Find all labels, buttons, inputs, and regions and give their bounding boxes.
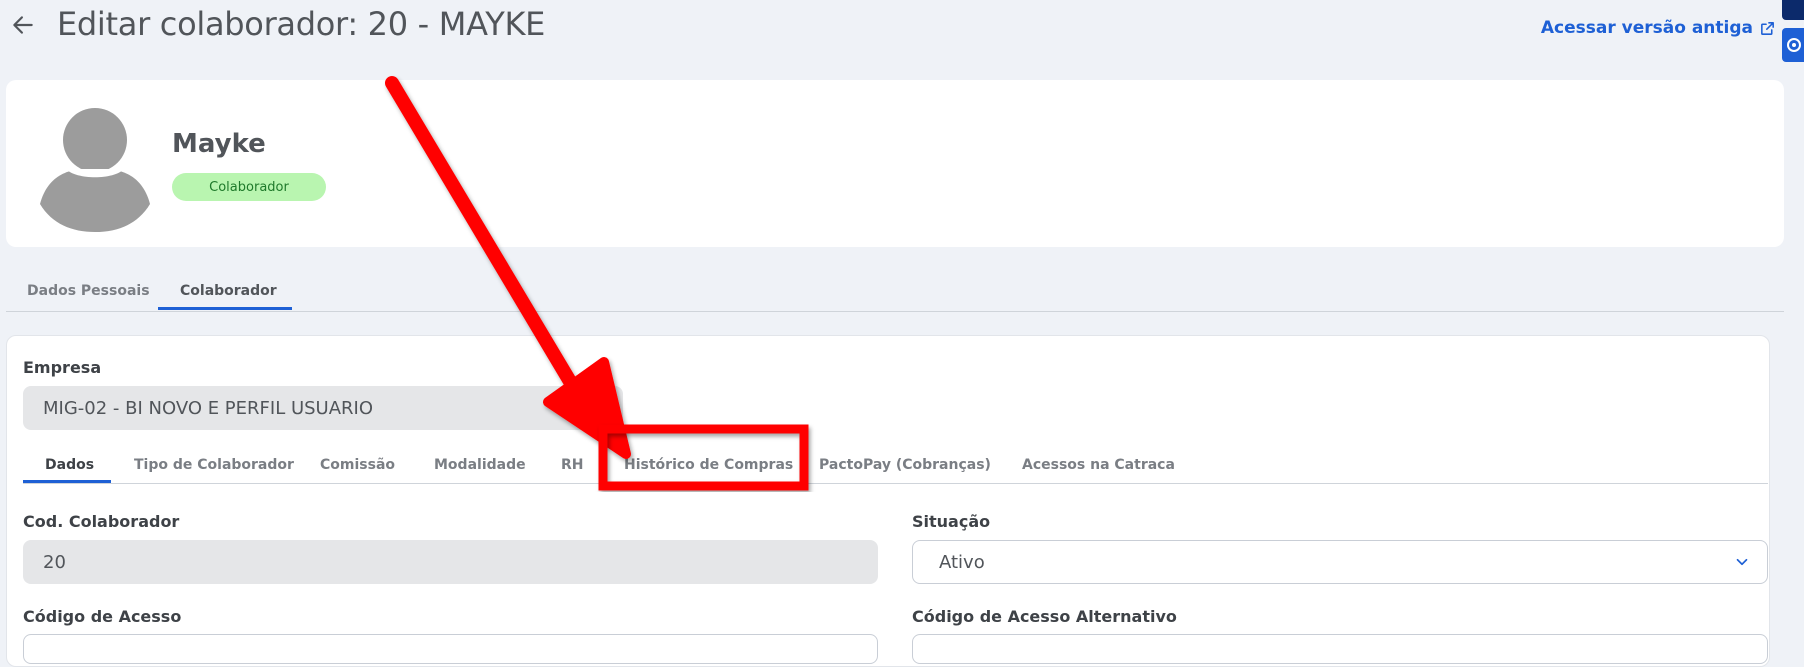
old-version-label: Acessar versão antiga (1540, 18, 1753, 38)
codigo-acesso-field[interactable] (23, 634, 878, 664)
extension-button-translate[interactable] (1782, 0, 1804, 20)
codigo-acesso-label: Código de Acesso (23, 607, 182, 626)
codigo-acesso-alternativo-label: Código de Acesso Alternativo (912, 607, 1177, 626)
tab-dados[interactable]: Dados (45, 457, 94, 473)
back-arrow-icon[interactable] (10, 12, 36, 38)
tab-tipo-colaborador[interactable]: Tipo de Colaborador (134, 457, 294, 473)
active-inner-tab-indicator (23, 480, 111, 483)
empresa-field: MIG-02 - BI NOVO E PERFIL USUARIO (23, 386, 623, 430)
ai-assistant-icon (1787, 38, 1801, 52)
role-badge: Colaborador (172, 173, 326, 201)
chevron-down-icon (1736, 558, 1748, 566)
main-card (6, 335, 1770, 667)
active-tab-indicator (158, 307, 292, 310)
top-tabs: Dados Pessoais Colaborador (6, 276, 1784, 312)
old-version-link[interactable]: Acessar versão antiga (1541, 18, 1776, 38)
profile-name: Mayke (172, 129, 266, 159)
tab-historico-compras[interactable]: Histórico de Compras (624, 457, 793, 473)
user-avatar-icon (40, 108, 150, 232)
inner-tabs: Dados Tipo de Colaborador Comissão Modal… (23, 446, 1768, 484)
situacao-label: Situação (912, 512, 991, 531)
page-title: Editar colaborador: 20 - MAYKE (57, 5, 546, 43)
cod-colaborador-field: 20 (23, 540, 878, 584)
tab-pactopay[interactable]: PactoPay (Cobranças) (819, 457, 991, 473)
tab-acessos-catraca[interactable]: Acessos na Catraca (1022, 457, 1175, 473)
tab-modalidade[interactable]: Modalidade (434, 457, 526, 473)
tab-dados-pessoais[interactable]: Dados Pessoais (27, 283, 150, 299)
codigo-acesso-alternativo-field[interactable] (912, 634, 1768, 664)
cod-colaborador-label: Cod. Colaborador (23, 512, 180, 531)
tab-comissao[interactable]: Comissão (320, 457, 395, 473)
external-link-icon (1761, 21, 1774, 35)
situacao-value: Ativo (939, 551, 985, 573)
empresa-label: Empresa (23, 358, 102, 377)
profile-card: Mayke Colaborador (6, 80, 1784, 247)
tab-rh[interactable]: RH (561, 457, 584, 473)
tab-colaborador[interactable]: Colaborador (180, 283, 277, 299)
situacao-select[interactable]: Ativo (912, 540, 1768, 584)
extension-button-ai[interactable] (1782, 28, 1804, 62)
